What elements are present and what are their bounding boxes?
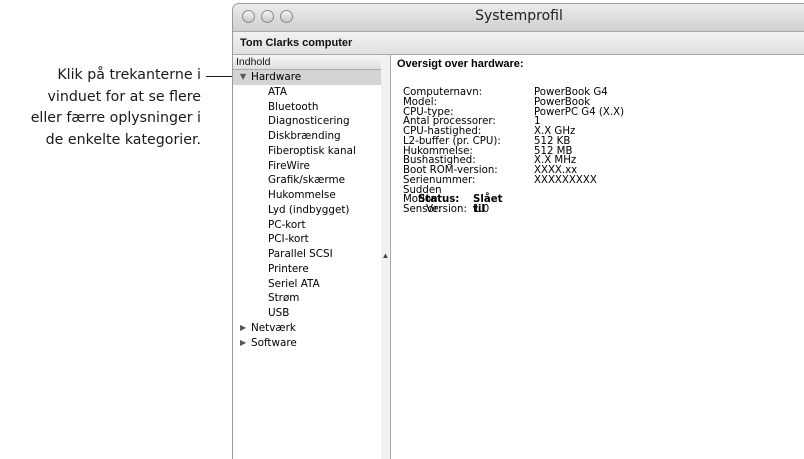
sidebar-item-ata[interactable]: ATA: [233, 85, 381, 100]
disclosure-triangle-closed-icon[interactable]: ▶: [240, 321, 246, 336]
callout-line-4: de enkelte kategorier.: [45, 131, 201, 148]
sidebar-item-pci-cards[interactable]: PCI-kort: [233, 232, 381, 247]
contents-column-header[interactable]: Indhold: [233, 55, 381, 70]
callout-line-1: Klik på trekanterne i: [57, 67, 201, 83]
scroll-up-arrow-icon[interactable]: ▲: [381, 251, 390, 260]
sidebar-item-software[interactable]: ▶ Software: [233, 336, 381, 351]
sidebar-item-firewire[interactable]: FireWire: [233, 159, 381, 174]
sidebar-item-usb[interactable]: USB: [233, 306, 381, 321]
sidebar-item-fibre-channel[interactable]: Fiberoptisk kanal: [233, 144, 381, 159]
sidebar-item-parallel-scsi[interactable]: Parallel SCSI: [233, 247, 381, 262]
sidebar-item-serial-ata[interactable]: Seriel ATA: [233, 277, 381, 292]
sidebar-item-network[interactable]: ▶ Netværk: [233, 321, 381, 336]
contents-tree: ▼ Hardware ATA Bluetooth Diagnosticering…: [233, 70, 381, 350]
sidebar-item-power[interactable]: Strøm: [233, 291, 381, 306]
sidebar-item-disc-burning[interactable]: Diskbrænding: [233, 129, 381, 144]
disclosure-triangle-open-icon[interactable]: ▼: [240, 70, 246, 85]
computer-name: Tom Clarks computer: [240, 37, 353, 49]
window-title: Systemprofil: [475, 8, 563, 24]
disclosure-triangle-closed-icon[interactable]: ▶: [240, 336, 246, 351]
callout-line-2: vinduet for at se flere: [47, 88, 201, 105]
sidebar-item-memory[interactable]: Hukommelse: [233, 188, 381, 203]
contents-sidebar: Indhold ▼ Hardware ATA Bluetooth Diagnos…: [233, 55, 382, 459]
sidebar-item-audio[interactable]: Lyd (indbygget): [233, 203, 381, 218]
detail-pane: Oversigt over hardware: Computernavn: Pow…: [391, 55, 804, 459]
callout-text: Klik på trekanterne i vinduet for at se …: [0, 65, 201, 151]
sidebar-item-bluetooth[interactable]: Bluetooth: [233, 100, 381, 115]
sidebar-item-diagnostics[interactable]: Diagnosticering: [233, 114, 381, 129]
title-bar[interactable]: Systemprofil: [233, 4, 804, 32]
callout-line-3: eller færre oplysninger i: [30, 110, 201, 126]
sidebar-item-hardware[interactable]: ▼ Hardware: [233, 70, 381, 85]
system-profiler-window: Systemprofil Tom Clarks computer Indhold…: [232, 3, 804, 459]
sidebar-item-pc-cards[interactable]: PC-kort: [233, 218, 381, 233]
sidebar-splitter[interactable]: ▲: [381, 55, 391, 459]
hardware-overview-title: Oversigt over hardware:: [397, 58, 524, 70]
sidebar-item-printers[interactable]: Printere: [233, 262, 381, 277]
sidebar-item-graphics-displays[interactable]: Grafik/skærme: [233, 173, 381, 188]
computer-name-bar: Tom Clarks computer: [233, 32, 804, 55]
